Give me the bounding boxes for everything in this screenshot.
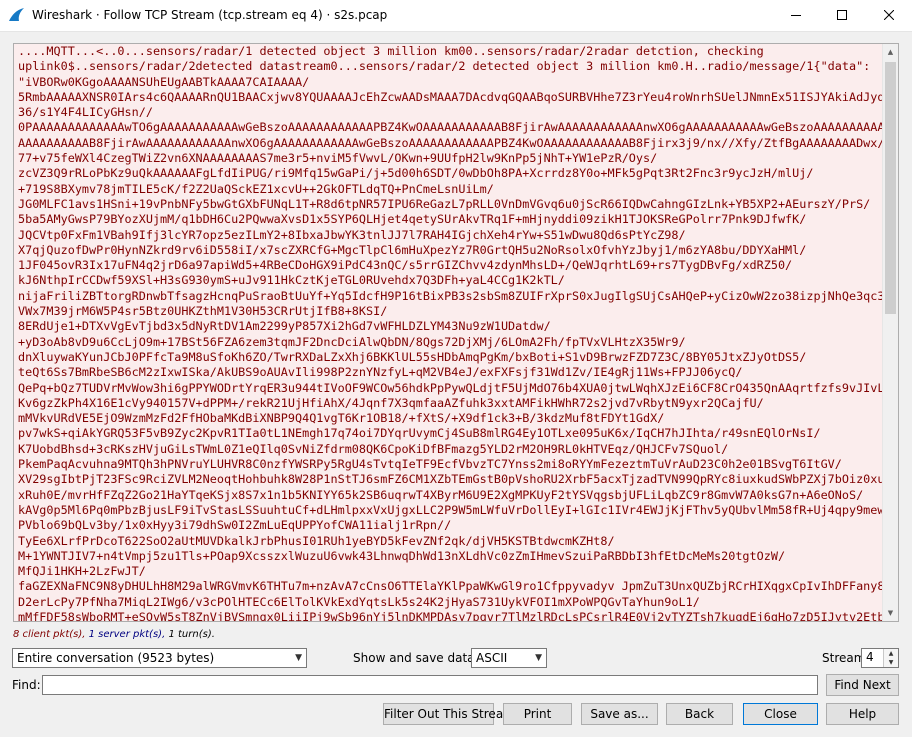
chevron-down-icon: ▼ [535, 653, 542, 663]
wireshark-fin-icon [9, 8, 24, 21]
stream-line: 1JF045ovR3Ix17uFN4q2jrD6a97apiWd5+4RBeCD… [14, 258, 884, 274]
stream-line: 8ERdUje1+DTXvVgEvTjbd3x5dNyRtDV1Am2299yP… [14, 319, 884, 335]
close-window-button[interactable] [866, 0, 912, 30]
spin-up-icon[interactable]: ▲ [884, 649, 898, 658]
conversation-select[interactable]: Entire conversation (9523 bytes) ▼ [12, 648, 307, 668]
print-button[interactable]: Print [503, 703, 572, 725]
format-select[interactable]: ASCII ▼ [471, 648, 547, 668]
spin-down-icon[interactable]: ▼ [884, 658, 898, 667]
stream-line: mMVkvURdVE5EjO9WzmMzFd2FfHObaMKdBiXNBP9Q… [14, 411, 884, 427]
close-icon [884, 10, 894, 20]
stream-line: kAVg0p5Ml6Pq0mPbzBjusLF9iTvStasLSSuuhtuC… [14, 502, 884, 519]
stream-line: xRuh0E/mvrHfFZqZ2Go21HaYTqeKSjx8S7x1n1b5… [14, 487, 884, 503]
stream-line: mMfFDF58sWboRMT+eSOvW5sT8ZnVjBVSmnqx0Lii… [14, 609, 884, 621]
stream-line: JG0MLFC1avs1HSni+19vPnbNFy5bwGtGXbFUNqL1… [14, 196, 884, 213]
stream-line: Kv6gzZkPh4X16E1cVy940157V+dPPM+/rekR21Uj… [14, 395, 884, 412]
stream-line: XV29sgIbtPjT23FSc9RciZVLM2NeoqtHohbuhk8W… [14, 472, 884, 488]
packet-stats: 8 client pkt(s), 1 server pkt(s), 1 turn… [13, 629, 215, 640]
stream-line: 5ba5AMyGwsP79BYozXUjmM/q1bDH6Cu2PQwwaXvs… [14, 212, 884, 228]
spin-arrows[interactable]: ▲ ▼ [883, 649, 898, 667]
find-next-button[interactable]: Find Next [826, 674, 899, 696]
stream-line: 5RmbAAAAAXNSR0IArs4c6QAAAARnQU1BAACxjwv8… [14, 89, 884, 106]
save-as-button[interactable]: Save as... [581, 703, 658, 725]
format-select-value: ASCII [476, 651, 508, 665]
stream-line: X7qjQuzofDwPr0HynNZkrd9rv6iD558iI/x7scZX… [14, 242, 884, 259]
vertical-scrollbar[interactable]: ▲ ▼ [882, 44, 898, 621]
turn-count: 1 turn(s). [168, 629, 215, 640]
conversation-select-value: Entire conversation (9523 bytes) [17, 651, 215, 665]
stream-content-area[interactable]: ....MQTT...<..0...sensors/radar/1 detect… [13, 43, 899, 622]
scroll-up-icon[interactable]: ▲ [883, 44, 898, 60]
stream-line: PkemPaqAcvuhna9MTQh3hPNVruYLUHVR8C0nzfYW… [14, 457, 884, 473]
stream-line: teQt6Ss7BmRbeSB6cM2zIxwISka/AkUBS9oAUAvI… [14, 365, 884, 381]
stream-line: 77+v75feWXl4CzegTWiZ2vn6XNAAAAAAAAS7me3r… [14, 151, 884, 167]
stream-line: D2erLcPy7PfNha7MiqL2IWg6/v3cPOlHTECc6ElT… [14, 594, 884, 610]
scrollbar-thumb[interactable] [885, 62, 896, 314]
stream-line: +719S8BXymv78jmTILE5cK/f2Z2UaQSckEZ1xcvU… [14, 181, 884, 197]
scroll-down-icon[interactable]: ▼ [883, 605, 898, 621]
stream-line: MfQJi1HKH+2LzFwJT/ [14, 564, 884, 580]
find-input[interactable] [42, 675, 818, 695]
stream-line: VWx7M39jrM6W5P4sr5Btz0UHKZthM1V30H53CRrU… [14, 304, 884, 320]
stream-line: 0PAAAAAAAAAAAAAwTO6gAAAAAAAAAAAwGeBszoAA… [14, 120, 884, 136]
maximize-icon [837, 10, 847, 20]
stream-line: AAAAAAAAAAB8FjirAwAAAAAAAAAAAAnwXO6gAAAA… [14, 135, 884, 152]
stream-line: "iVBORw0KGgoAAAANSUhEUgAABTkAAAA7CAIAAAA… [14, 74, 884, 90]
stream-line: ....MQTT...<..0...sensors/radar/1 detect… [14, 44, 884, 60]
stream-line: JQCVtp0FxFm1VBah9Ifj3lcYR7opz5ezILmY2+8I… [14, 227, 884, 243]
stream-line: K7UobdBhsd+3cRKszHVjuGiLsTWmL0Z1eQIlq0Sv… [14, 441, 884, 458]
stream-number-spinbox[interactable]: 4 ▲ ▼ [861, 648, 899, 668]
close-button[interactable]: Close [743, 703, 818, 725]
minimize-icon [791, 15, 801, 16]
minimize-button[interactable] [773, 0, 819, 30]
stream-number-value: 4 [866, 650, 874, 664]
window-title: Wireshark · Follow TCP Stream (tcp.strea… [32, 8, 388, 22]
stream-line: nijaFriliZBTtorgRDnwbTfsagzHcnqPuSraoBtU… [14, 288, 884, 305]
stream-line: dnXluywaKYunJCbJ0PFfcTa9M8uSfoKh6ZO/TwrR… [14, 349, 884, 366]
back-button[interactable]: Back [666, 703, 733, 725]
stream-line: PVblo69bQLv3by/1x0xHyy3i79dhSw0I2ZmLuEqU… [14, 518, 884, 534]
stream-line: faGZEXNaFNC9N8yDHULhH8M29alWRGVmvK6THTu7… [14, 579, 884, 595]
stream-label: Stream [822, 651, 866, 665]
stream-line: TyEe6XLrfPrDcoT622SoO2aUtMUVDkalkJrbPhus… [14, 533, 884, 549]
server-packet-count: 1 server pkt(s), [88, 629, 166, 640]
stream-line: +yD3oAb8vD9u6CcLjO9m+17BSt56FZA6zem3tqmJ… [14, 334, 884, 350]
stream-line: QePq+bQz7TUDVrMvWow3hi6gPPYWODrtYrqER3u9… [14, 380, 884, 396]
find-label: Find: [12, 678, 41, 692]
client-packet-count: 8 client pkt(s), [13, 629, 86, 640]
title-bar: Wireshark · Follow TCP Stream (tcp.strea… [0, 0, 912, 32]
stream-line: uplink0$..sensors/radar/2detected datast… [14, 59, 884, 75]
chevron-down-icon: ▼ [295, 653, 302, 663]
stream-line: M+1YWNTJIV7+n4tVmpj5zu1Tls+POap9XcsszxlW… [14, 548, 884, 565]
stream-line: zcVZ3Q9rRLoPbKz9uQkAAAAAAFgLfdIiPUG/ri9M… [14, 166, 884, 182]
filter-out-stream-button[interactable]: Filter Out This Stream [383, 703, 515, 725]
stream-line: 36/s1Y4F4LICyGHsn// [14, 105, 884, 121]
stream-line: kJ6NthpIrCCDwf59XSl+H3sG930ymS+uJv911HkC… [14, 273, 884, 289]
help-button[interactable]: Help [826, 703, 899, 725]
stream-line: pv7wkS+qiAkYGRQ53F5vB9Zyc2KpvR1TIa0tL1NE… [14, 426, 884, 442]
stream-text: ....MQTT...<..0...sensors/radar/1 detect… [14, 44, 884, 621]
maximize-button[interactable] [819, 0, 865, 30]
